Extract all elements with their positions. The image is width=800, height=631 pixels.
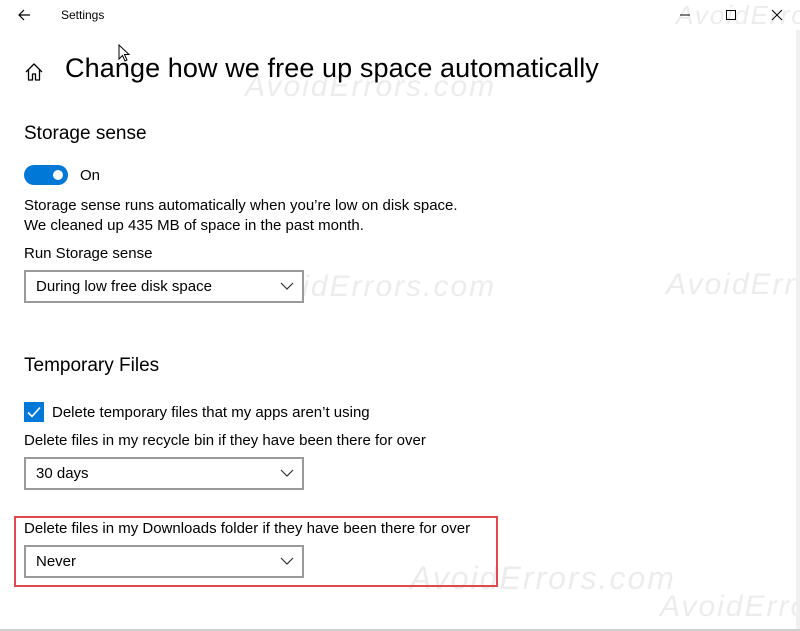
- chevron-down-icon: [280, 557, 294, 565]
- close-icon: [771, 9, 783, 21]
- storage-sense-heading: Storage sense: [24, 123, 147, 144]
- title-bar: Settings: [0, 0, 800, 30]
- page-title: Change how we free up space automaticall…: [65, 53, 599, 83]
- chevron-down-icon: [280, 469, 294, 477]
- downloads-folder-label: Delete files in my Downloads folder if t…: [24, 520, 471, 537]
- delete-temp-files-checkbox[interactable]: [24, 402, 44, 422]
- minimize-icon: [680, 14, 690, 16]
- watermark: AvoidErrors.com: [666, 268, 800, 301]
- chevron-down-icon: [280, 282, 294, 290]
- run-storage-sense-label: Run Storage sense: [24, 245, 153, 262]
- back-button[interactable]: [10, 2, 38, 28]
- maximize-icon: [726, 10, 736, 20]
- close-button[interactable]: [754, 0, 800, 30]
- watermark: AvoidErrors.com: [410, 560, 676, 596]
- settings-window: AvoidErrors.com AvoidErrors.com AvoidErr…: [0, 0, 800, 631]
- home-icon: [25, 63, 43, 81]
- dropdown-value: 30 days: [36, 465, 89, 482]
- toggle-knob: [53, 170, 63, 180]
- app-title: Settings: [61, 8, 105, 22]
- back-arrow-icon: [18, 9, 30, 21]
- minimize-button[interactable]: [662, 0, 708, 30]
- delete-temp-files-label: Delete temporary files that my apps aren…: [52, 404, 370, 421]
- storage-sense-description-1: Storage sense runs automatically when yo…: [24, 197, 458, 214]
- dropdown-value: During low free disk space: [36, 278, 212, 295]
- scrollbar-track[interactable]: [796, 30, 800, 631]
- storage-sense-description-2: We cleaned up 435 MB of space in the pas…: [24, 217, 364, 234]
- home-button[interactable]: [22, 60, 46, 84]
- storage-sense-toggle[interactable]: [24, 165, 68, 185]
- temporary-files-heading: Temporary Files: [24, 355, 160, 376]
- maximize-button[interactable]: [708, 0, 754, 30]
- run-storage-sense-dropdown[interactable]: During low free disk space: [24, 270, 304, 303]
- toggle-state-label: On: [80, 167, 101, 184]
- checkmark-icon: [27, 406, 41, 418]
- watermark: AvoidErrors.com: [660, 590, 800, 623]
- dropdown-value: Never: [36, 553, 77, 570]
- recycle-bin-label: Delete files in my recycle bin if they h…: [24, 432, 426, 449]
- recycle-bin-dropdown[interactable]: 30 days: [24, 457, 304, 490]
- downloads-folder-dropdown[interactable]: Never: [24, 545, 304, 578]
